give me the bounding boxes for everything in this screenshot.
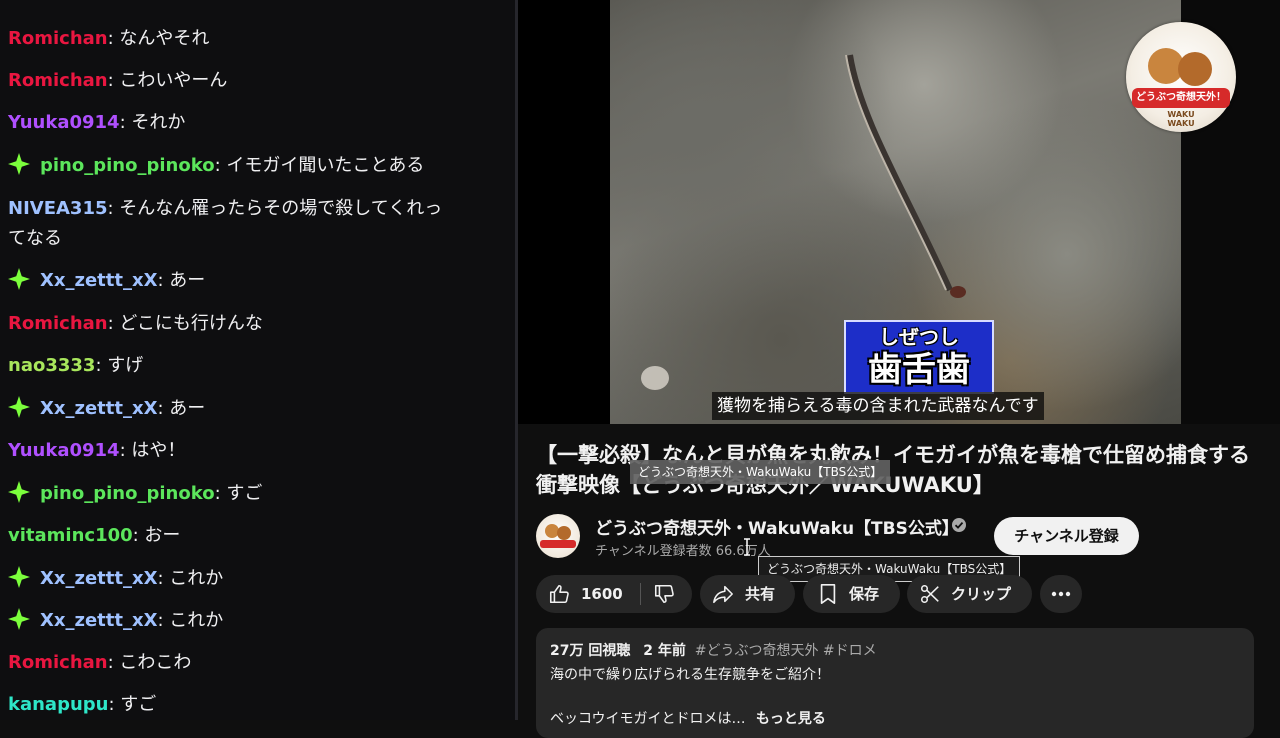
channel-avatar[interactable]: [536, 514, 580, 558]
channel-logo-watermark: どうぶつ奇想天外！ WAKU WAKU: [1126, 22, 1236, 132]
chat-message-text: : あー: [157, 398, 206, 419]
sparkle-badge-icon: [8, 153, 30, 175]
caption-main: 歯舌歯: [868, 350, 970, 390]
chat-message: kanapupu: すご: [8, 690, 498, 720]
chat-message: vitaminc100: おー: [8, 521, 498, 551]
hashtags[interactable]: #どうぶつ奇想天外 #ドロメ: [695, 643, 877, 659]
channel-tooltip: どうぶつ奇想天外・WakuWaku【TBS公式】: [630, 460, 891, 484]
verified-icon: [952, 518, 966, 532]
chat-username[interactable]: Xx_zettt_xX: [40, 270, 157, 291]
chat-username[interactable]: Xx_zettt_xX: [40, 398, 157, 419]
chat-username[interactable]: Xx_zettt_xX: [40, 568, 157, 589]
chat-username[interactable]: pino_pino_pinoko: [40, 483, 215, 504]
save-button[interactable]: 保存: [803, 575, 900, 613]
chat-message: Yuuka0914: はや！: [8, 436, 498, 466]
share-label: 共有: [745, 585, 776, 603]
chat-message-text: : はや！: [119, 440, 186, 461]
chat-username[interactable]: Xx_zettt_xX: [40, 610, 157, 631]
chat-username[interactable]: Romichan: [8, 652, 108, 673]
scissors-icon: [920, 584, 939, 604]
chat-message: Romichan: なんやそれ: [8, 24, 498, 54]
chat-message: Xx_zettt_xX: これか: [8, 606, 498, 636]
chat-message: Xx_zettt_xX: あー: [8, 266, 498, 296]
chat-username[interactable]: Yuuka0914: [8, 112, 120, 133]
logo-subtext: WAKU WAKU: [1167, 110, 1195, 128]
description-meta: 27万 回視聴 2 年前 #どうぶつ奇想天外 #ドロメ: [550, 640, 877, 660]
chat-message-text: : こわこわ: [107, 652, 192, 673]
description-box[interactable]: 27万 回視聴 2 年前 #どうぶつ奇想天外 #ドロメ 海の中で繰り広げられる生…: [536, 628, 1254, 738]
more-actions-button[interactable]: [1040, 575, 1082, 613]
chat-message-text: : それか: [119, 112, 186, 133]
video-subtitle: 獲物を捕らえる毒の含まれた武器なんです: [712, 392, 1044, 420]
sparkle-badge-icon: [8, 481, 30, 503]
like-button[interactable]: 1600: [536, 575, 640, 613]
chat-message-text: : すげ: [95, 355, 144, 376]
chat-message: nao3333: すげ: [8, 351, 498, 381]
chat-message-text: : イモガイ聞いたことある: [214, 155, 425, 176]
dog-icon: [1178, 52, 1212, 86]
chat-username[interactable]: Romichan: [8, 70, 108, 91]
caption-ruby: しぜつし: [879, 325, 959, 349]
chat-username[interactable]: vitaminc100: [8, 525, 133, 546]
chat-message-text: : おー: [132, 525, 181, 546]
more-horizontal-icon: [1051, 591, 1071, 597]
caption-box: しぜつし 歯舌歯: [844, 320, 994, 394]
description-text: 海の中で繰り広げられる生存競争をご紹介！: [550, 667, 830, 683]
chat-message: Xx_zettt_xX: これか: [8, 564, 498, 594]
share-icon: [713, 585, 733, 604]
chat-message-text: : どこにも行けんな: [107, 313, 263, 334]
like-count: 1600: [581, 585, 623, 603]
chat-message-text: : これか: [157, 610, 224, 631]
sparkle-badge-icon: [8, 396, 30, 418]
subscribe-button[interactable]: チャンネル登録: [994, 517, 1139, 555]
chat-message-text: : こわいやーん: [107, 70, 228, 91]
chat-message: Romichan: どこにも行けんな: [8, 309, 498, 339]
chat-username[interactable]: kanapupu: [8, 694, 108, 715]
description-snippet: ベッコウイモガイとドロメは…: [550, 711, 746, 727]
chat-username[interactable]: Yuuka0914: [8, 440, 120, 461]
chat-username[interactable]: nao3333: [8, 355, 95, 376]
logo-ribbon: どうぶつ奇想天外！: [1132, 88, 1230, 108]
clip-button[interactable]: クリップ: [907, 575, 1032, 613]
chat-panel: Romichan: なんやそれ Romichan: こわいやーん Yuuka0914…: [0, 0, 515, 720]
video-player[interactable]: しぜつし 歯舌歯 どうぶつ奇想天外！ WAKU WAKU 獲物を捕らえる毒の含ま…: [518, 0, 1280, 424]
chat-message-text: : これか: [157, 568, 224, 589]
chat-message: Xx_zettt_xX: あー: [8, 394, 498, 424]
bookmark-icon: [820, 584, 836, 604]
view-count: 27万 回視聴: [550, 643, 631, 659]
chat-message-text: : なんやそれ: [107, 28, 210, 49]
chat-username[interactable]: Romichan: [8, 313, 108, 334]
sparkle-badge-icon: [8, 608, 30, 630]
chat-message: pino_pino_pinoko: イモガイ聞いたことある: [8, 151, 498, 181]
chat-message-text: : そんなん罹ったらその場で殺してくれっ: [107, 198, 443, 219]
like-dislike-group: 1600: [536, 575, 692, 613]
chat-message-text: : あー: [157, 270, 206, 291]
chat-message: NIVEA315: そんなん罹ったらその場で殺してくれってなる: [8, 194, 498, 254]
chat-username[interactable]: NIVEA315: [8, 198, 108, 219]
chat-message: Romichan: こわこわ: [8, 648, 498, 678]
chat-message: Romichan: こわいやーん: [8, 66, 498, 96]
chat-message-text: : すご: [214, 483, 263, 504]
dislike-button[interactable]: [641, 575, 692, 613]
video-frame[interactable]: しぜつし 歯舌歯: [610, 0, 1181, 424]
share-button[interactable]: 共有: [700, 575, 795, 613]
thumbs-down-icon: [654, 584, 674, 604]
sparkle-badge-icon: [8, 268, 30, 290]
thumbs-up-icon: [549, 584, 569, 604]
chat-message: pino_pino_pinoko: すご: [8, 479, 498, 509]
chat-message-text: : すご: [108, 694, 157, 715]
description-text-truncated: ベッコウイモガイとドロメは… もっと見る: [550, 708, 826, 728]
text-cursor-icon: [744, 538, 750, 556]
clip-label: クリップ: [951, 585, 1012, 603]
show-more-link[interactable]: もっと見る: [756, 711, 826, 727]
chat-message: Yuuka0914: それか: [8, 108, 498, 138]
channel-name[interactable]: どうぶつ奇想天外・WakuWaku【TBS公式】: [595, 514, 959, 539]
chat-message-text-wrap: てなる: [8, 228, 62, 249]
chat-username[interactable]: Romichan: [8, 28, 108, 49]
upload-age: 2 年前: [643, 643, 686, 659]
chat-username[interactable]: pino_pino_pinoko: [40, 155, 215, 176]
sparkle-badge-icon: [8, 566, 30, 588]
save-label: 保存: [849, 585, 880, 603]
